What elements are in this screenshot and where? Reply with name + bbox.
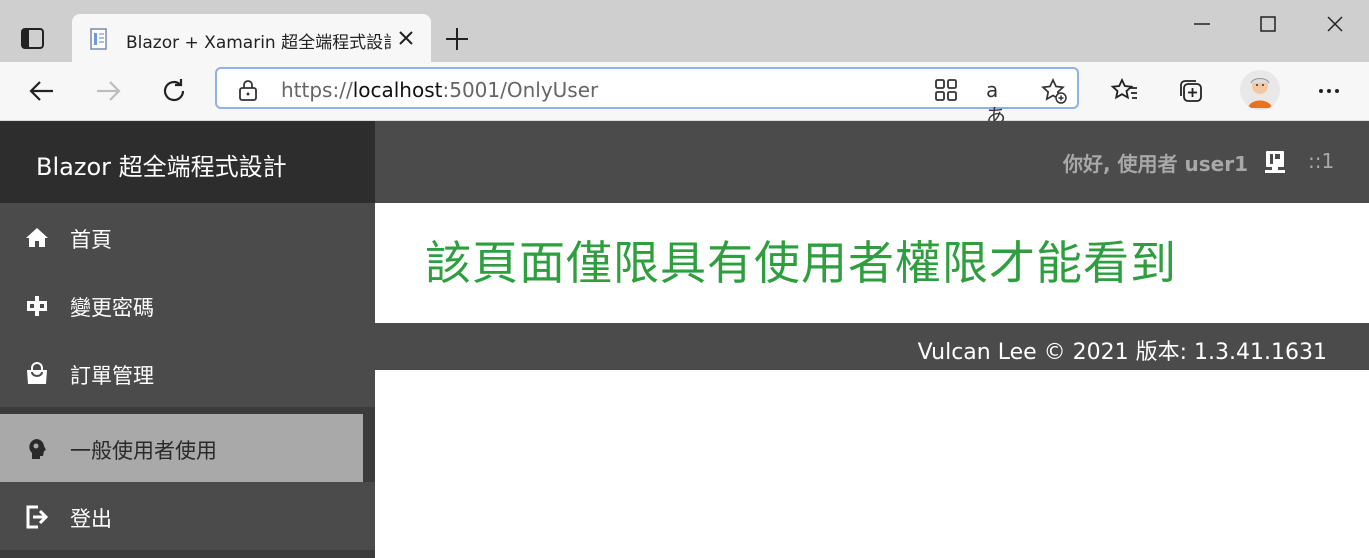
brand-bar: Blazor 超全端程式設計 (0, 121, 375, 203)
plus-icon[interactable] (443, 25, 471, 53)
collections-icon[interactable] (1176, 76, 1206, 106)
sidebar-item-label: 登出 (70, 507, 112, 531)
page-heading: 該頁面僅限具有使用者權限才能看到 (425, 236, 1177, 290)
forward-icon[interactable] (93, 76, 123, 106)
read-aloud-icon[interactable]: aあ (986, 77, 1012, 128)
close-icon[interactable] (394, 26, 418, 50)
sidebar: Blazor 超全端程式設計 首頁 變更密碼 訂單管理 一般使用者使用 登出 (0, 121, 375, 558)
minimize-icon[interactable] (1190, 12, 1214, 36)
refresh-icon[interactable] (159, 76, 189, 106)
client-ip: ::1 (1308, 149, 1335, 173)
footer-text: Vulcan Lee © 2021 版本: 1.3.41.1631 (917, 340, 1327, 365)
window-close-icon[interactable] (1323, 12, 1347, 36)
url-scheme: https:// (281, 78, 353, 102)
sidebar-item-logout[interactable]: 登出 (0, 482, 375, 550)
address-bar[interactable]: https://localhost:5001/OnlyUser aあ (215, 67, 1079, 128)
browser-toolbar: https://localhost:5001/OnlyUser aあ (0, 62, 1369, 128)
page-icon (88, 27, 112, 55)
person-icon (24, 436, 50, 462)
profile-avatar[interactable] (1240, 70, 1280, 110)
top-bar: 你好, 使用者 user1 ::1 (375, 121, 1369, 203)
main-content: 該頁面僅限具有使用者權限才能看到 (375, 203, 1369, 323)
tab-title: Blazor + Xamarin 超全端程式設計 (126, 33, 391, 50)
sidebar-item-label: 一般使用者使用 (70, 439, 217, 463)
sidebar-item-label: 變更密碼 (70, 296, 154, 320)
footer: Vulcan Lee © 2021 版本: 1.3.41.1631 (375, 323, 1369, 370)
url-rest: :5001/OnlyUser (442, 78, 599, 102)
sign-out-icon (24, 504, 50, 530)
sidebar-item-label: 首頁 (70, 228, 112, 252)
sidebar-item-label: 訂單管理 (70, 364, 154, 388)
url-host: localhost (352, 78, 443, 102)
sidebar-item-home[interactable]: 首頁 (0, 203, 375, 271)
maximize-icon[interactable] (1256, 12, 1280, 36)
sidebar-item-change-password[interactable]: 變更密碼 (0, 271, 375, 339)
shopping-bag-icon (24, 361, 50, 387)
user-greeting: 你好, 使用者 user1 (1062, 152, 1248, 176)
browser-tab[interactable]: Blazor + Xamarin 超全端程式設計 (72, 14, 431, 62)
favorite-add-icon[interactable] (1040, 77, 1067, 104)
brand-title[interactable]: Blazor 超全端程式設計 (36, 147, 287, 182)
back-icon[interactable] (27, 76, 57, 106)
sidebar-item-orders[interactable]: 訂單管理 (0, 339, 375, 407)
user-badge-icon[interactable] (1263, 149, 1287, 175)
tab-actions-icon[interactable] (18, 24, 48, 54)
browser-tab-bar: Blazor + Xamarin 超全端程式設計 (0, 0, 1369, 62)
favorites-icon[interactable] (1110, 76, 1140, 106)
more-icon[interactable] (1314, 76, 1344, 106)
lock-icon[interactable] (237, 78, 259, 106)
key-icon (24, 293, 50, 319)
sidebar-item-user-only[interactable]: 一般使用者使用 (0, 414, 363, 482)
home-icon (24, 225, 50, 251)
url-text[interactable]: https://localhost:5001/OnlyUser (281, 78, 598, 102)
apps-icon[interactable] (933, 77, 959, 103)
